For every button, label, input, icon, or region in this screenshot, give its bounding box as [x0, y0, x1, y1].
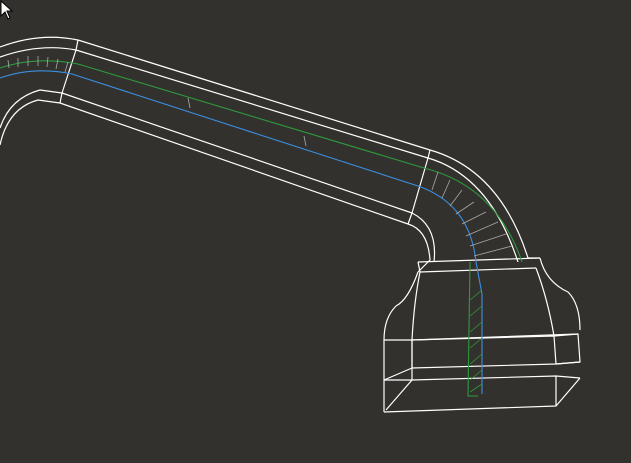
3d-viewport[interactable]	[0, 0, 631, 459]
pipe-top-edge-2	[75, 49, 429, 159]
flare-right	[539, 257, 581, 331]
outer-elbow-edge	[0, 36, 79, 48]
pipe-bottom-edge-2	[59, 102, 409, 225]
wireframe-model[interactable]	[0, 0, 631, 459]
pipe-top-edge	[77, 39, 431, 151]
pipe-bottom-edge	[61, 92, 413, 214]
inner-elbow-edge-2	[0, 99, 61, 146]
outer-elbow-edge-2	[0, 47, 77, 58]
flare-left-2	[411, 271, 421, 341]
hatch-vertical-channel	[469, 289, 483, 393]
arrow-cursor-icon	[0, 0, 14, 20]
base-box-front	[411, 335, 557, 369]
hatch-right-elbow	[431, 171, 513, 257]
inner-elbow-edge	[0, 89, 63, 129]
right-elbow-inner-2	[411, 212, 436, 263]
base-box-left	[383, 340, 413, 412]
flare-right-2	[535, 267, 555, 337]
guide-path-green	[0, 60, 523, 397]
guide-path-blue	[0, 70, 483, 394]
base-box-side	[553, 333, 581, 365]
